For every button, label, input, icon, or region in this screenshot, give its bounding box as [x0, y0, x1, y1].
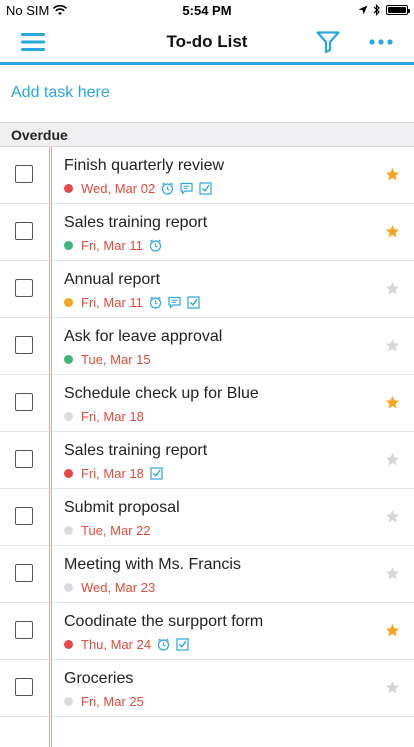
filter-button[interactable] [313, 28, 343, 56]
task-meta: Wed, Mar 23 [64, 579, 156, 595]
nav-bar: To-do List [0, 22, 414, 65]
checklist-icon [199, 181, 212, 195]
task-due-date: Wed, Mar 02 [81, 180, 156, 196]
task-meta: Fri, Mar 18 [64, 408, 144, 424]
task-meta: Thu, Mar 24 [64, 636, 189, 652]
task-due-date: Tue, Mar 15 [81, 351, 151, 367]
task-meta: Fri, Mar 11 [64, 294, 200, 310]
task-checkbox[interactable] [15, 621, 33, 639]
task-row[interactable]: Finish quarterly review Wed, Mar 02 [0, 147, 414, 204]
task-due-date: Fri, Mar 11 [81, 237, 143, 253]
task-row[interactable]: Meeting with Ms. Francis Wed, Mar 23 [0, 546, 414, 603]
star-icon[interactable] [385, 623, 400, 638]
task-checkbox[interactable] [15, 393, 33, 411]
task-meta: Tue, Mar 22 [64, 522, 151, 538]
task-title: Meeting with Ms. Francis [64, 556, 241, 573]
task-checkbox[interactable] [15, 678, 33, 696]
task-row[interactable]: Schedule check up for Blue Fri, Mar 18 [0, 375, 414, 432]
task-checkbox[interactable] [15, 564, 33, 582]
more-icon [369, 39, 393, 45]
task-checkbox[interactable] [15, 507, 33, 525]
add-task-input[interactable]: Add task here [0, 65, 414, 121]
task-row[interactable]: Groceries Fri, Mar 25 [0, 660, 414, 717]
page-title: To-do List [166, 32, 248, 51]
task-checkbox[interactable] [15, 450, 33, 468]
task-due-date: Fri, Mar 11 [81, 294, 143, 310]
task-checkbox[interactable] [15, 222, 33, 240]
task-meta: Wed, Mar 02 [64, 180, 212, 196]
bluetooth-icon [373, 4, 380, 16]
star-icon[interactable] [385, 224, 400, 239]
priority-dot-icon [64, 696, 73, 706]
priority-dot-icon [64, 411, 73, 421]
star-icon[interactable] [385, 509, 400, 524]
task-meta: Fri, Mar 11 [64, 237, 162, 253]
task-meta: Tue, Mar 15 [64, 351, 151, 367]
task-due-date: Fri, Mar 18 [81, 408, 144, 424]
task-row[interactable]: Sales training report Fri, Mar 18 [0, 432, 414, 489]
task-due-date: Tue, Mar 22 [81, 522, 151, 538]
star-icon[interactable] [385, 167, 400, 182]
filter-icon [316, 31, 340, 53]
reminder-icon [161, 182, 174, 195]
task-title: Sales training report [64, 214, 208, 231]
task-title: Finish quarterly review [64, 157, 225, 174]
priority-dot-icon [64, 525, 73, 535]
task-title: Ask for leave approval [64, 328, 223, 345]
star-icon[interactable] [385, 338, 400, 353]
task-checkbox[interactable] [15, 336, 33, 354]
task-title: Submit proposal [64, 499, 180, 516]
task-list: Finish quarterly review Wed, Mar 02 Sales … [0, 147, 414, 737]
comment-icon [168, 296, 181, 309]
priority-dot-icon [64, 639, 73, 649]
star-icon[interactable] [385, 566, 400, 581]
task-meta: Fri, Mar 25 [64, 693, 144, 709]
task-title: Groceries [64, 670, 134, 687]
margin-line [49, 147, 52, 747]
task-row[interactable]: Coodinate the surpport form Thu, Mar 24 [0, 603, 414, 660]
task-title: Coodinate the surpport form [64, 613, 264, 630]
checklist-icon [150, 466, 163, 480]
task-title: Sales training report [64, 442, 208, 459]
section-header-overdue: Overdue [0, 122, 414, 147]
checklist-icon [187, 295, 200, 309]
reminder-icon [149, 296, 162, 309]
reminder-icon [157, 638, 170, 651]
star-icon[interactable] [385, 680, 400, 695]
task-checkbox[interactable] [15, 279, 33, 297]
comment-icon [180, 182, 193, 195]
status-bar: No SIM 5:54 PM [0, 0, 414, 22]
reminder-icon [149, 239, 162, 252]
priority-dot-icon [64, 468, 73, 478]
task-row[interactable]: Submit proposal Tue, Mar 22 [0, 489, 414, 546]
star-icon[interactable] [385, 281, 400, 296]
priority-dot-icon [64, 297, 73, 307]
priority-dot-icon [64, 582, 73, 592]
location-icon [358, 5, 368, 15]
task-meta: Fri, Mar 18 [64, 465, 163, 481]
task-row[interactable]: Annual report Fri, Mar 11 [0, 261, 414, 318]
priority-dot-icon [64, 183, 73, 193]
battery-icon [386, 5, 410, 15]
task-row[interactable]: Sales training report Fri, Mar 11 [0, 204, 414, 261]
task-title: Schedule check up for Blue [64, 385, 259, 402]
task-due-date: Fri, Mar 25 [81, 693, 144, 709]
task-due-date: Thu, Mar 24 [81, 636, 152, 652]
task-title: Annual report [64, 271, 161, 288]
task-row[interactable]: Ask for leave approval Tue, Mar 15 [0, 318, 414, 375]
priority-dot-icon [64, 240, 73, 250]
more-button[interactable] [366, 28, 396, 56]
checklist-icon [176, 637, 189, 651]
star-icon[interactable] [385, 452, 400, 467]
star-icon[interactable] [385, 395, 400, 410]
status-right [358, 4, 410, 16]
status-time: 5:54 PM [182, 3, 232, 18]
task-due-date: Wed, Mar 23 [81, 579, 156, 595]
task-row-partial[interactable] [0, 717, 414, 737]
priority-dot-icon [64, 354, 73, 364]
task-checkbox[interactable] [15, 165, 33, 183]
task-due-date: Fri, Mar 18 [81, 465, 144, 481]
